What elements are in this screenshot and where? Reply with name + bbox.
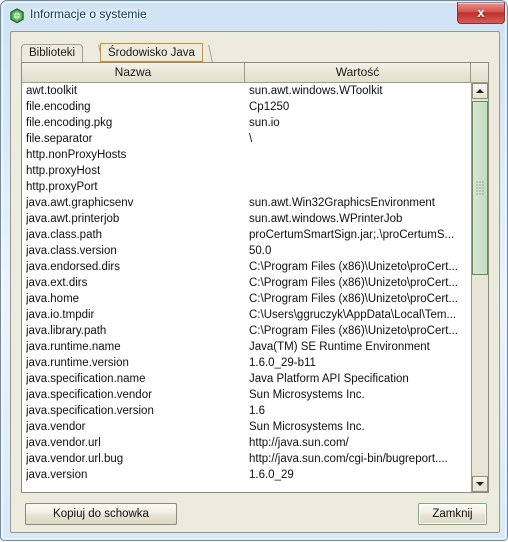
cell-name: java.home: [26, 293, 80, 305]
table-row[interactable]: java.ext.dirs C:\Program Files (x86)\Uniz…: [22, 275, 471, 291]
tab-srodowisko-java[interactable]: Środowisko Java: [100, 43, 203, 62]
table-row[interactable]: java.class.version 50.0: [22, 243, 471, 259]
cell-name: file.encoding: [26, 101, 91, 113]
cell-value: 1.6.0_29-b11: [249, 357, 316, 369]
cell-name: java.specification.vendor: [26, 389, 152, 401]
cell-name: http.nonProxyHosts: [26, 149, 127, 161]
table-row[interactable]: http.proxyPort: [22, 179, 471, 195]
cell-value: C:\Program Files (x86)\Unizeto\proCert..…: [249, 277, 458, 289]
table-row[interactable]: java.runtime.name Java(TM) SE Runtime Env…: [22, 339, 471, 355]
window-title: Informacje o systemie: [30, 7, 147, 21]
cell-name: java.ext.dirs: [26, 277, 88, 289]
cell-value: sun.awt.Win32GraphicsEnvironment: [249, 197, 435, 209]
cell-value: Java Platform API Specification: [249, 373, 409, 385]
cell-name: java.specification.name: [26, 373, 146, 385]
cell-value: Cp1250: [249, 101, 290, 113]
cell-name: java.endorsed.dirs: [26, 261, 120, 273]
cell-name: awt.toolkit: [26, 85, 78, 97]
cell-name: java.runtime.version: [26, 357, 129, 369]
cell-value: 1.6: [249, 405, 265, 417]
table-row[interactable]: http.nonProxyHosts: [22, 147, 471, 163]
cell-name: java.awt.graphicsenv: [26, 197, 134, 209]
cell-value: C:\Program Files (x86)\Unizeto\proCert..…: [249, 293, 458, 305]
cell-name: java.runtime.name: [26, 341, 121, 353]
cell-value: Sun Microsystems Inc.: [249, 421, 365, 433]
titlebar[interactable]: Informacje o systemie x: [1, 1, 508, 31]
cell-value: C:\Users\ggruczyk\AppData\Local\Tem...: [249, 309, 457, 321]
tab-srodowisko-java-label: Środowisko Java: [108, 47, 195, 59]
table-row[interactable]: java.vendor.url http://java.sun.com/: [22, 435, 471, 451]
table-row[interactable]: awt.toolkit sun.awt.windows.WToolkit: [22, 83, 471, 99]
cell-value: Sun Microsystems Inc.: [249, 389, 365, 401]
scroll-up-arrow-icon: [476, 89, 484, 93]
cell-value: 50.0: [249, 245, 272, 257]
table-row[interactable]: file.encoding.pkg sun.io: [22, 115, 471, 131]
table-header-corner: [471, 63, 488, 82]
cell-name: java.io.tmpdir: [26, 309, 95, 321]
cell-value: http://java.sun.com/: [249, 437, 349, 449]
cell-name: java.specification.version: [26, 405, 154, 417]
table-row[interactable]: java.home C:\Program Files (x86)\Unizeto\…: [22, 291, 471, 307]
table-row[interactable]: java.runtime.version 1.6.0_29-b11: [22, 355, 471, 371]
cell-name: java.vendor: [26, 421, 86, 433]
table-row[interactable]: file.separator \: [22, 131, 471, 147]
table-row[interactable]: java.vendor.url.bug http://java.sun.com/c…: [22, 451, 471, 467]
table-row[interactable]: java.io.tmpdir C:\Users\ggruczyk\AppData\…: [22, 307, 471, 323]
cell-name: java.library.path: [26, 325, 107, 337]
table-row[interactable]: java.library.path C:\Program Files (x86)\…: [22, 323, 471, 339]
system-info-dialog: Informacje o systemie x Biblioteki Środo…: [0, 0, 508, 541]
column-header-nazwa[interactable]: Nazwa: [22, 63, 245, 82]
cell-value: Java(TM) SE Runtime Environment: [249, 341, 430, 353]
dialog-content-panel: Biblioteki Środowisko Java Nazwa Wartość…: [10, 31, 500, 533]
table-row[interactable]: java.awt.graphicsenv sun.awt.Win32Graphic…: [22, 195, 471, 211]
cell-value: sun.awt.windows.WPrinterJob: [249, 213, 403, 225]
table-body[interactable]: awt.toolkit sun.awt.windows.WToolkit file.…: [22, 83, 471, 492]
scroll-down-arrow-icon: [476, 482, 484, 486]
table-row[interactable]: java.specification.name Java Platform API…: [22, 371, 471, 387]
table-row[interactable]: java.specification.vendor Sun Microsystem…: [22, 387, 471, 403]
cell-name: http.proxyHost: [26, 165, 101, 177]
app-hexagon-icon: [9, 8, 25, 24]
column-header-wartosc[interactable]: Wartość: [245, 63, 471, 82]
tab-biblioteki-label: Biblioteki: [29, 47, 76, 59]
properties-table: Nazwa Wartość awt.toolkit sun.awt.windows…: [21, 62, 489, 493]
cell-value: C:\Program Files (x86)\Unizeto\proCert..…: [249, 325, 458, 337]
cell-name: java.awt.printerjob: [26, 213, 120, 225]
cell-value: http://java.sun.com/cgi-bin/bugreport...…: [249, 453, 448, 465]
cell-name: file.separator: [26, 133, 93, 145]
vertical-scrollbar[interactable]: [471, 83, 488, 492]
table-header-row: Nazwa Wartość: [22, 63, 488, 83]
cell-value: C:\Program Files (x86)\Unizeto\proCert..…: [249, 261, 458, 273]
cell-name: java.class.path: [26, 229, 103, 241]
table-row[interactable]: java.specification.version 1.6: [22, 403, 471, 419]
scrollbar-thumb[interactable]: [472, 101, 488, 275]
table-row[interactable]: java.class.path proCertumSmartSign.jar;.\…: [22, 227, 471, 243]
close-window-button[interactable]: x: [457, 2, 505, 24]
scrollbar-grip-icon: [476, 181, 484, 195]
tabstrip: Biblioteki Środowisko Java: [21, 41, 489, 62]
table-row[interactable]: java.vendor Sun Microsystems Inc.: [22, 419, 471, 435]
cell-name: java.class.version: [26, 245, 117, 257]
cell-value: sun.io: [249, 117, 280, 129]
tab-biblioteki[interactable]: Biblioteki: [21, 44, 84, 62]
cell-value: \: [249, 133, 253, 145]
close-icon: x: [477, 5, 485, 20]
cell-value: proCertumSmartSign.jar;.\proCertumS...: [249, 229, 455, 241]
copy-to-clipboard-button[interactable]: Kopiuj do schowka: [25, 503, 177, 525]
cell-name: java.vendor.url: [26, 437, 101, 449]
table-row[interactable]: http.proxyHost: [22, 163, 471, 179]
cell-name: java.vendor.url.bug: [26, 453, 124, 465]
table-row[interactable]: file.encoding Cp1250: [22, 99, 471, 115]
cell-name: file.encoding.pkg: [26, 117, 113, 129]
cell-name: java.version: [26, 469, 88, 481]
table-row[interactable]: java.endorsed.dirs C:\Program Files (x86)…: [22, 259, 471, 275]
table-row[interactable]: java.version 1.6.0_29: [22, 467, 471, 483]
cell-name: http.proxyPort: [26, 181, 98, 193]
close-dialog-button[interactable]: Zamknij: [418, 503, 487, 525]
cell-value: 1.6.0_29: [249, 469, 294, 481]
table-row[interactable]: java.awt.printerjob sun.awt.windows.WPrin…: [22, 211, 471, 227]
scroll-up-button[interactable]: [472, 83, 488, 99]
scroll-down-button[interactable]: [472, 476, 488, 492]
cell-value: sun.awt.windows.WToolkit: [249, 85, 383, 97]
